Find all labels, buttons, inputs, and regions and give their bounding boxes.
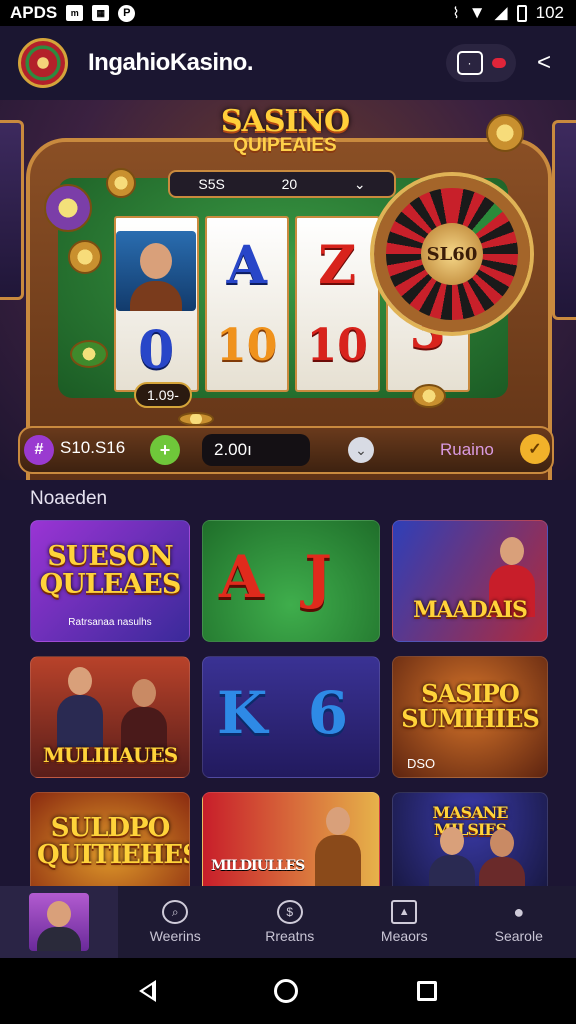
reel-symbol: Z bbox=[318, 235, 357, 296]
player-avatar[interactable]: # bbox=[24, 435, 54, 465]
reel-symbol: 0 bbox=[138, 320, 175, 381]
chip-icon bbox=[178, 412, 214, 426]
avatar bbox=[29, 893, 89, 951]
game-tile-title: SUESON QULEAES bbox=[39, 541, 182, 601]
bottom-navigation: ⌕ Weerins $ Rreatns ▲ Meaors ● Searole bbox=[0, 886, 576, 958]
app-title: IngahioKasino. bbox=[88, 49, 254, 76]
game-tile-title: MAADAIS bbox=[413, 597, 528, 623]
reel-symbol: 10 bbox=[306, 320, 368, 371]
share-icon[interactable]: < bbox=[530, 49, 558, 77]
chip-icon bbox=[44, 184, 92, 232]
signal-icon: ◢ bbox=[494, 3, 508, 22]
chip-icon bbox=[412, 384, 446, 408]
game-tile[interactable]: SUESON QULEAES Ratrsanaa nasulhs bbox=[30, 520, 190, 642]
person-image bbox=[315, 807, 361, 887]
game-tile-title: SULDPO QUITIEHES bbox=[37, 813, 190, 871]
game-tile[interactable]: MULIIIAUES bbox=[30, 656, 190, 778]
section-title: Noaeden bbox=[30, 488, 108, 509]
nav-item-weerins[interactable]: ⌕ Weerins bbox=[118, 886, 233, 958]
balance-display: S10.S16 bbox=[60, 438, 126, 457]
profile-icon: ● bbox=[513, 901, 525, 922]
nav-item-label: Rreatns bbox=[265, 928, 315, 944]
nav-item-searole[interactable]: ● Searole bbox=[462, 886, 576, 958]
add-funds-button[interactable]: + bbox=[150, 435, 180, 465]
reel-3: Z 10 bbox=[295, 216, 380, 392]
app-logo[interactable] bbox=[18, 38, 68, 88]
reel-symbol: 10 bbox=[216, 320, 278, 371]
bet-selector[interactable]: S5S 20 ⌄ bbox=[168, 170, 396, 198]
reel-1: 0 bbox=[114, 216, 199, 392]
nav-item-rreatns[interactable]: $ Rreatns bbox=[233, 886, 348, 958]
home-icon[interactable] bbox=[274, 979, 299, 1003]
nav-item-label: Searole bbox=[494, 928, 543, 944]
chat-icon: · bbox=[456, 51, 483, 75]
wheel-center-label: SL60 bbox=[421, 223, 483, 285]
bet-selector-right: 20 bbox=[281, 176, 298, 192]
status-time: 102 bbox=[535, 3, 564, 22]
game-tile-title: SASIPO SUMIHIES bbox=[401, 679, 540, 734]
coin-icon: $ bbox=[276, 900, 303, 924]
chat-pill[interactable]: · bbox=[446, 44, 516, 82]
recents-icon[interactable] bbox=[416, 981, 437, 1001]
game-tile[interactable]: K 6 bbox=[202, 656, 380, 778]
chip-icon bbox=[70, 340, 108, 368]
mail-icon: m bbox=[66, 5, 84, 21]
game-tile-title: K 6 bbox=[217, 679, 349, 747]
game-mode-label: Ruaino bbox=[440, 440, 494, 459]
back-icon[interactable] bbox=[139, 980, 157, 1002]
game-tile[interactable]: MAADAIS bbox=[392, 520, 548, 642]
chip-icon bbox=[68, 240, 102, 274]
status-bar: APDS m ▦ P ⌇ ▼ ◢ 102 bbox=[0, 0, 576, 26]
image-icon: ▦ bbox=[92, 5, 110, 21]
nav-item-meaors[interactable]: ▲ Meaors bbox=[347, 886, 462, 958]
chip-value: 1.09- bbox=[134, 382, 192, 408]
game-tile-title: MULIIIAUES bbox=[42, 743, 178, 767]
system-navigation-bar bbox=[0, 958, 576, 1024]
game-logo: SASINO QUIPEAIES bbox=[210, 104, 360, 168]
roulette-wheel[interactable]: SL60 bbox=[374, 176, 530, 332]
nav-profile-tab[interactable] bbox=[0, 886, 118, 958]
reel-symbol: A bbox=[226, 235, 267, 296]
game-tile-title: A J bbox=[219, 543, 332, 611]
chip-icon bbox=[486, 114, 524, 152]
search-icon: ⌕ bbox=[162, 900, 189, 924]
reel-2: A 10 bbox=[204, 216, 289, 392]
side-slot-machine-left bbox=[0, 120, 24, 300]
game-tile-subtitle: Ratrsanaa nasulhs bbox=[68, 617, 152, 628]
chevron-down-icon[interactable]: ⌄ bbox=[348, 437, 374, 463]
vibrate-icon: ⌇ bbox=[452, 5, 460, 22]
chevron-down-icon: ⌄ bbox=[353, 175, 366, 192]
p-icon: P bbox=[118, 4, 136, 22]
game-tile-subtitle: DSO bbox=[407, 756, 436, 771]
status-text: APDS bbox=[10, 3, 58, 22]
app-bar: IngahioKasino. · < bbox=[0, 26, 576, 100]
wifi-icon: ▼ bbox=[468, 3, 486, 22]
game-tile-title: MILDIULLES bbox=[211, 858, 305, 874]
image-icon: ▲ bbox=[391, 900, 418, 924]
bet-amount-field[interactable]: 2.00ı bbox=[202, 434, 310, 466]
side-slot-machine-right bbox=[552, 120, 576, 320]
game-controls-bar: # S10.S16 + 2.00ı ⌄ Ruaino ✓ bbox=[18, 426, 554, 474]
featured-game-banner[interactable]: SASINO QUIPEAIES S5S 20 ⌄ 0 A 10 Z 10 3 … bbox=[0, 100, 576, 480]
nav-item-label: Meaors bbox=[380, 928, 428, 944]
chip-icon bbox=[106, 168, 136, 198]
nav-item-label: Weerins bbox=[149, 928, 201, 944]
game-logo-line1: SASINO bbox=[220, 104, 350, 139]
battery-icon bbox=[516, 4, 527, 22]
confirm-button[interactable]: ✓ bbox=[520, 434, 550, 464]
game-tile[interactable]: A J bbox=[202, 520, 380, 642]
game-grid: SUESON QULEAES Ratrsanaa nasulhs A J MAA… bbox=[30, 520, 550, 914]
bet-selector-left: S5S bbox=[198, 176, 225, 192]
notification-dot bbox=[491, 58, 506, 68]
portrait-symbol bbox=[116, 231, 197, 311]
game-tile[interactable]: SASIPO SUMIHIES DSO bbox=[392, 656, 548, 778]
person-image bbox=[57, 667, 103, 747]
